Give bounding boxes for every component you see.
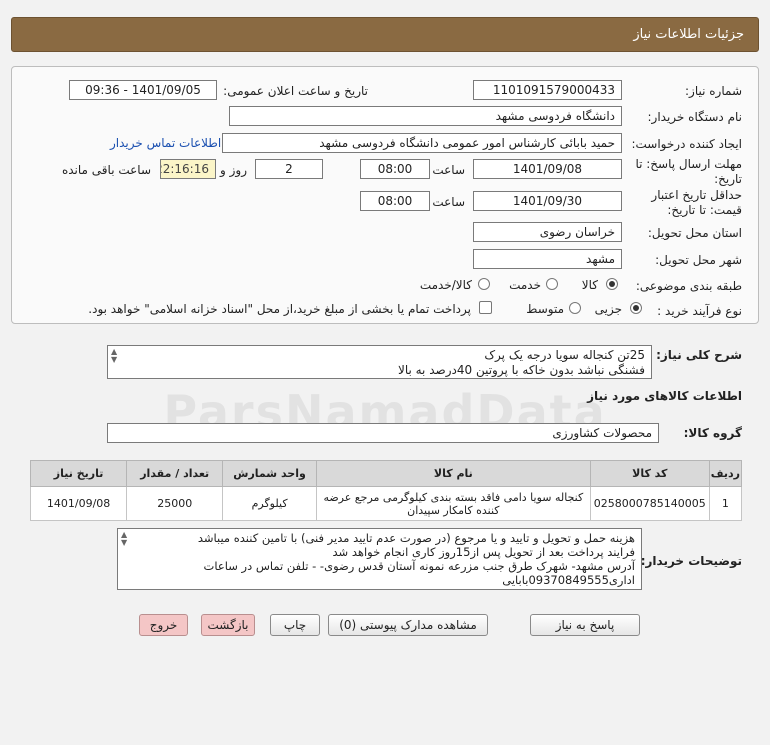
buyer-contact-link[interactable]: اطلاعات تماس خریدار (110, 136, 221, 150)
print-button[interactable]: چاپ (270, 614, 320, 636)
announce-datetime-field: 1401/09/05 - 09:36 (69, 80, 217, 100)
goods-group-field: محصولات کشاورزی (107, 423, 659, 443)
page-header: جزئیات اطلاعات نیاز (11, 17, 759, 52)
buyer-org-field: دانشگاه فردوسی مشهد (229, 106, 622, 126)
column-header: تاریخ نیاز (29, 460, 128, 487)
table-cell: 1401/09/08 (29, 486, 128, 521)
buyer-org-label: نام دستگاه خریدار: (647, 110, 743, 124)
validity-label: حداقل تاریخ اعتبار (651, 188, 742, 202)
remaining-time-field: 22:16:16 (160, 159, 216, 179)
buyer-notes-label: توضیحات خریدار: (640, 554, 742, 568)
need-number-label: شماره نیاز: (685, 84, 742, 98)
exit-button[interactable]: خروج (139, 614, 188, 636)
treasury-payment-checkbox[interactable] (479, 301, 492, 314)
process-partial-radio[interactable] (630, 302, 642, 314)
page-title: جزئیات اطلاعات نیاز (633, 27, 744, 42)
table-header-row: ردیف کد کالا نام کالا واحد شمارش تعداد /… (29, 460, 743, 487)
table-cell: 1 (708, 486, 743, 521)
column-header: ردیف (708, 460, 743, 487)
buyer-notes-line: آدرس مشهد- شهرک طرق جنب مزرعه نمونه آستا… (203, 559, 635, 573)
buyer-notes-line: فرایند پرداخت بعد از تحویل پس از15روز کا… (332, 545, 635, 559)
column-header: تعداد / مقدار (126, 460, 224, 487)
description-line: 25تن کنجاله سویا درجه یک پرک (484, 348, 645, 362)
category-goods-service-radio[interactable] (478, 278, 490, 290)
table-cell: کیلوگرم (222, 486, 317, 521)
deadline-time-field: 08:00 (360, 159, 430, 179)
deadline-label-2: تاریخ: (714, 172, 742, 186)
requester-label: ایجاد کننده درخواست: (631, 137, 742, 151)
city-label: شهر محل تحویل: (655, 253, 742, 267)
category-label: طبقه بندی موضوعی: (635, 279, 742, 293)
city-field: مشهد (473, 249, 622, 269)
description-label: شرح کلی نیاز: (656, 348, 742, 362)
category-service-radio[interactable] (546, 278, 558, 290)
category-goods-label: کالا (581, 278, 598, 292)
column-header: نام کالا (315, 460, 591, 487)
province-label: استان محل تحویل: (647, 226, 742, 240)
deadline-time-label: ساعت (432, 163, 465, 177)
need-number-field: 1101091579000433 (473, 80, 622, 100)
scroll-arrows-icon[interactable]: ▲ ▼ (121, 531, 127, 547)
deadline-label: مهلت ارسال پاسخ: تا (635, 157, 742, 171)
description-textarea[interactable]: ▲ ▼ 25تن کنجاله سویا درجه یک پرک فشنگی نب… (107, 345, 652, 379)
table-row[interactable]: 1 0258000785140005 کنجاله سویا دامی فاقد… (29, 486, 743, 521)
buyer-notes-line: هزینه حمل و تحویل و تایید و یا مرجوع (در… (197, 531, 635, 545)
category-service-label: خدمت (509, 278, 541, 292)
goods-info-title: اطلاعات کالاهای مورد نیاز (587, 389, 742, 403)
process-partial-label: جزیی (594, 302, 622, 316)
announce-datetime-label: تاریخ و ساعت اعلان عمومی: (223, 84, 368, 98)
table-cell: کنجاله سویا دامی فاقد بسته بندی کیلوگرمی… (315, 486, 591, 521)
scroll-arrows-icon[interactable]: ▲ ▼ (111, 348, 117, 364)
buyer-notes-line: اداری09370849555بابایی (502, 573, 635, 587)
table-cell: 25000 (126, 486, 224, 521)
buyer-notes-textarea[interactable]: ▲ ▼ هزینه حمل و تحویل و تایید و یا مرجوع … (117, 528, 642, 590)
goods-table: ردیف کد کالا نام کالا واحد شمارش تعداد /… (29, 460, 743, 521)
deadline-date-field: 1401/09/08 (473, 159, 622, 179)
validity-time-label: ساعت (432, 195, 465, 209)
requester-field: حمید بابائی کارشناس امور عمومی دانشگاه ف… (222, 133, 622, 153)
description-line: فشنگی نباشد بدون خاکه با پروتین 40درصد ب… (397, 363, 645, 377)
process-medium-label: متوسط (526, 302, 564, 316)
column-header: واحد شمارش (222, 460, 317, 487)
table-cell: 0258000785140005 (589, 486, 710, 521)
treasury-payment-note: پرداخت تمام یا بخشی از مبلغ خرید،از محل … (88, 302, 471, 316)
process-medium-radio[interactable] (569, 302, 581, 314)
category-goods-radio[interactable] (606, 278, 618, 290)
days-label: روز و (220, 163, 247, 177)
validity-date-field: 1401/09/30 (473, 191, 622, 211)
attachments-button[interactable]: مشاهده مدارک پیوستی (0) (328, 614, 488, 636)
validity-label-2: قیمت: تا تاریخ: (667, 203, 742, 217)
goods-group-label: گروه کالا: (683, 426, 742, 440)
category-goods-service-label: کالا/خدمت (419, 278, 472, 292)
validity-time-field: 08:00 (360, 191, 430, 211)
province-field: خراسان رضوی (473, 222, 622, 242)
remaining-time-label: ساعت باقی مانده (61, 163, 151, 177)
back-button[interactable]: بازگشت (201, 614, 255, 636)
reply-button[interactable]: پاسخ به نیاز (530, 614, 640, 636)
process-type-label: نوع فرآیند خرید : (657, 304, 742, 318)
days-remaining-field: 2 (255, 159, 323, 179)
column-header: کد کالا (589, 460, 710, 487)
